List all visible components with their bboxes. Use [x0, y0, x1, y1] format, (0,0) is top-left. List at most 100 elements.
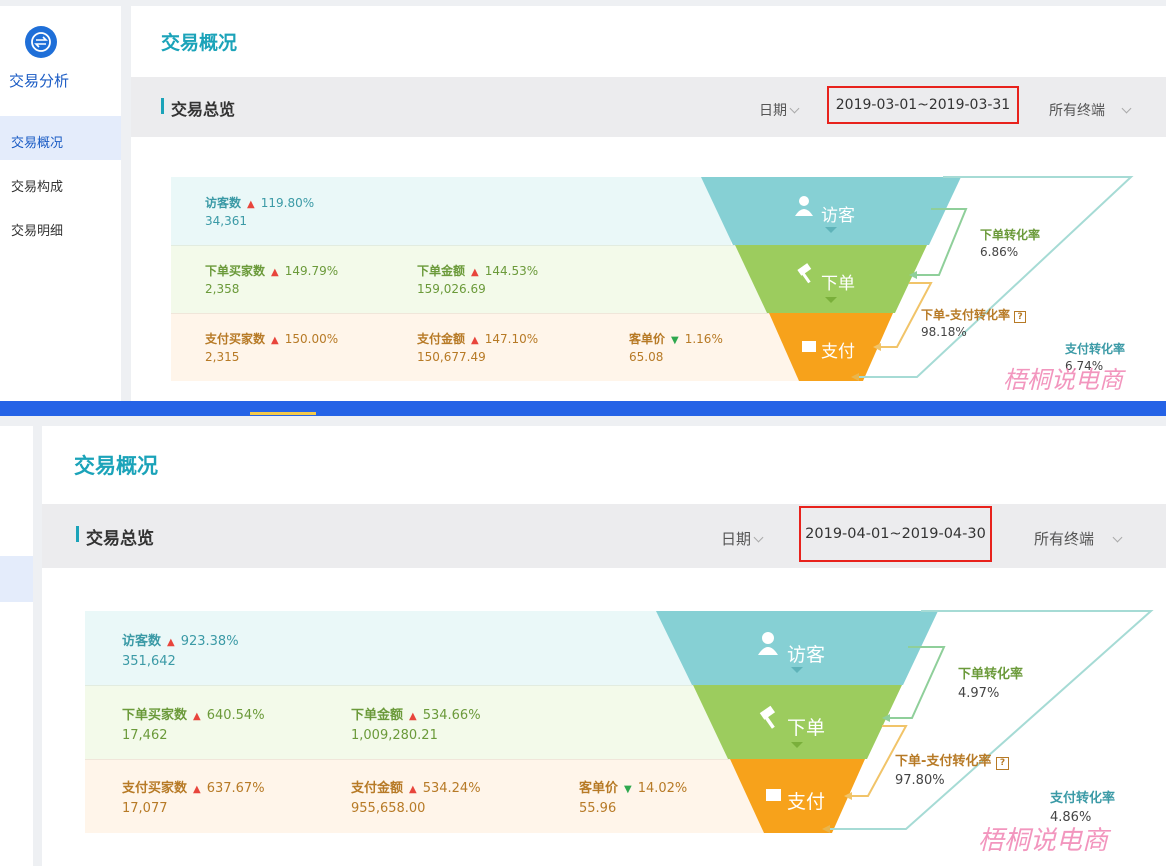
metric-value: 955,658.00: [351, 801, 426, 816]
order-rate: 下单转化率 6.86%: [980, 227, 1040, 261]
metric-change: 637.67%: [206, 781, 265, 796]
metric-value: 1,009,280.21: [351, 728, 438, 743]
arrow-up-icon: ▲: [167, 637, 175, 648]
metric-label: 下单买家数: [205, 264, 266, 278]
metric-pay-buyers: 支付买家数 ▲ 150.00% 2,315: [205, 331, 338, 366]
chevron-down-icon: [753, 532, 764, 543]
wallet-icon: [802, 341, 816, 352]
sidebar-item-detail[interactable]: 交易明细: [11, 220, 63, 239]
terminal-select[interactable]: 所有终端: [1049, 100, 1132, 120]
arrow-up-icon: ▲: [271, 335, 279, 346]
terminal-select-label: 所有终端: [1049, 103, 1105, 119]
sidebar-item-label: 交易概况: [11, 136, 64, 151]
funnel-stage-label-visitor: 访客: [787, 644, 826, 666]
metric-change: 923.38%: [180, 634, 239, 649]
metric-change: 147.10%: [484, 332, 539, 346]
metric-order-amount: 下单金额 ▲ 144.53% 159,026.69: [417, 263, 538, 298]
sidebar-item-composition[interactable]: 交易构成: [11, 176, 63, 195]
metric-change: 119.80%: [260, 196, 315, 210]
metric-change: 150.00%: [284, 332, 339, 346]
metric-change: 149.79%: [284, 264, 339, 278]
metric-label: 下单金额: [417, 264, 466, 278]
metric-label: 客单价: [629, 332, 666, 346]
metric-value: 351,642: [122, 654, 176, 669]
wallet-icon: [766, 789, 781, 801]
chevron-down-icon: [1121, 103, 1132, 114]
divider-highlight: [250, 412, 316, 415]
sidebar-item-overview[interactable]: 交易概况: [0, 116, 121, 160]
metric-change: 534.24%: [422, 781, 481, 796]
chevron-down-icon: [1112, 532, 1123, 543]
metric-label: 访客数: [122, 634, 162, 649]
arrow-up-icon: ▲: [409, 711, 417, 722]
order-rate-label: 下单转化率: [980, 228, 1041, 242]
pay-rate-label: 支付转化率: [1050, 791, 1116, 806]
chevron-down-icon: [789, 103, 800, 114]
arrow-down-icon: ▼: [624, 784, 632, 795]
watermark: 梧桐说电商: [978, 826, 1109, 856]
order-rate: 下单转化率 4.97%: [958, 665, 1023, 703]
date-select[interactable]: 日期: [721, 528, 764, 549]
date-select[interactable]: 日期: [759, 100, 800, 120]
metric-pay-amount: 支付金额 ▲ 534.24% 955,658.00: [351, 779, 481, 818]
arrow-up-icon: ▲: [193, 711, 201, 722]
metric-label: 支付金额: [417, 332, 466, 346]
terminal-select[interactable]: 所有终端: [1034, 528, 1123, 549]
screenshot-divider: [0, 401, 1166, 416]
metric-pay-buyers: 支付买家数 ▲ 637.67% 17,077: [122, 779, 265, 818]
date-range-picker[interactable]: 2019-03-01~2019-03-31: [827, 86, 1019, 124]
metric-label: 支付金额: [351, 781, 404, 796]
metric-value: 17,462: [122, 728, 168, 743]
arrow-up-icon: ▲: [247, 199, 255, 210]
date-select-label: 日期: [759, 103, 787, 119]
order-pay-rate-label: 下单-支付转化率: [895, 754, 992, 769]
bottom-panel: 交易概况 交易总览 日期 2019-04-01~2019-04-30 所有终端 …: [0, 416, 1166, 866]
app-logo-icon: [25, 26, 57, 58]
metric-order-amount: 下单金额 ▲ 534.66% 1,009,280.21: [351, 706, 481, 745]
metric-label: 访客数: [205, 196, 242, 210]
section-title: 交易总览: [160, 96, 235, 120]
arrow-up-icon: ▲: [193, 784, 201, 795]
metric-change: 640.54%: [206, 708, 265, 723]
arrow-up-icon: ▲: [471, 335, 479, 346]
date-range-picker[interactable]: 2019-04-01~2019-04-30: [799, 506, 992, 562]
funnel-stage-label-pay: 支付: [787, 791, 826, 813]
metric-value: 34,361: [205, 214, 247, 228]
page-title: 交易概况: [161, 32, 238, 54]
order-pay-rate-value: 97.80%: [895, 773, 945, 788]
terminal-select-label: 所有终端: [1034, 530, 1095, 548]
watermark: 梧桐说电商: [1003, 366, 1123, 394]
funnel-stage-label-pay: 支付: [821, 342, 855, 362]
date-select-label: 日期: [721, 530, 752, 548]
order-rate-label: 下单转化率: [958, 667, 1024, 682]
metric-label: 下单买家数: [122, 708, 188, 723]
sidebar-item-overview[interactable]: [0, 556, 33, 602]
app-name: 交易分析: [9, 72, 70, 90]
metric-value: 150,677.49: [417, 350, 486, 364]
metric-visitors: 访客数 ▲ 119.80% 34,361: [205, 195, 314, 230]
order-rate-value: 4.97%: [958, 686, 1000, 701]
metric-change: 534.66%: [422, 708, 481, 723]
order-pay-rate: 下单-支付转化率 ? 98.18%: [921, 307, 1027, 341]
top-panel: 交易分析 交易概况 交易构成 交易明细 交易概况 交易总览 日期 2019-03…: [0, 0, 1166, 401]
page-title: 交易概况: [74, 454, 158, 478]
date-range-value: 2019-03-01~2019-03-31: [835, 97, 1011, 113]
metric-order-buyers: 下单买家数 ▲ 640.54% 17,462: [122, 706, 265, 745]
metric-label: 支付买家数: [205, 332, 266, 346]
section-bar: 交易总览 日期 2019-04-01~2019-04-30 所有终端: [42, 504, 1166, 568]
page-header: 交易概况: [131, 6, 1166, 77]
help-icon[interactable]: ?: [995, 757, 1009, 770]
sidebar: 交易分析 交易概况 交易构成 交易明细: [0, 6, 121, 401]
metric-value: 2,315: [205, 350, 240, 364]
sidebar: [0, 426, 33, 866]
metric-visitors: 访客数 ▲ 923.38% 351,642: [122, 632, 239, 671]
arrow-down-icon: ▼: [671, 335, 679, 346]
order-pay-rate: 下单-支付转化率 ? 97.80%: [895, 752, 1009, 790]
metric-label: 客单价: [579, 781, 619, 796]
metric-label: 下单金额: [351, 708, 404, 723]
order-pay-rate-label: 下单-支付转化率: [921, 308, 1010, 322]
metric-order-buyers: 下单买家数 ▲ 149.79% 2,358: [205, 263, 338, 298]
metric-label: 支付买家数: [122, 781, 188, 796]
help-icon[interactable]: ?: [1014, 311, 1027, 323]
arrow-up-icon: ▲: [471, 267, 479, 278]
